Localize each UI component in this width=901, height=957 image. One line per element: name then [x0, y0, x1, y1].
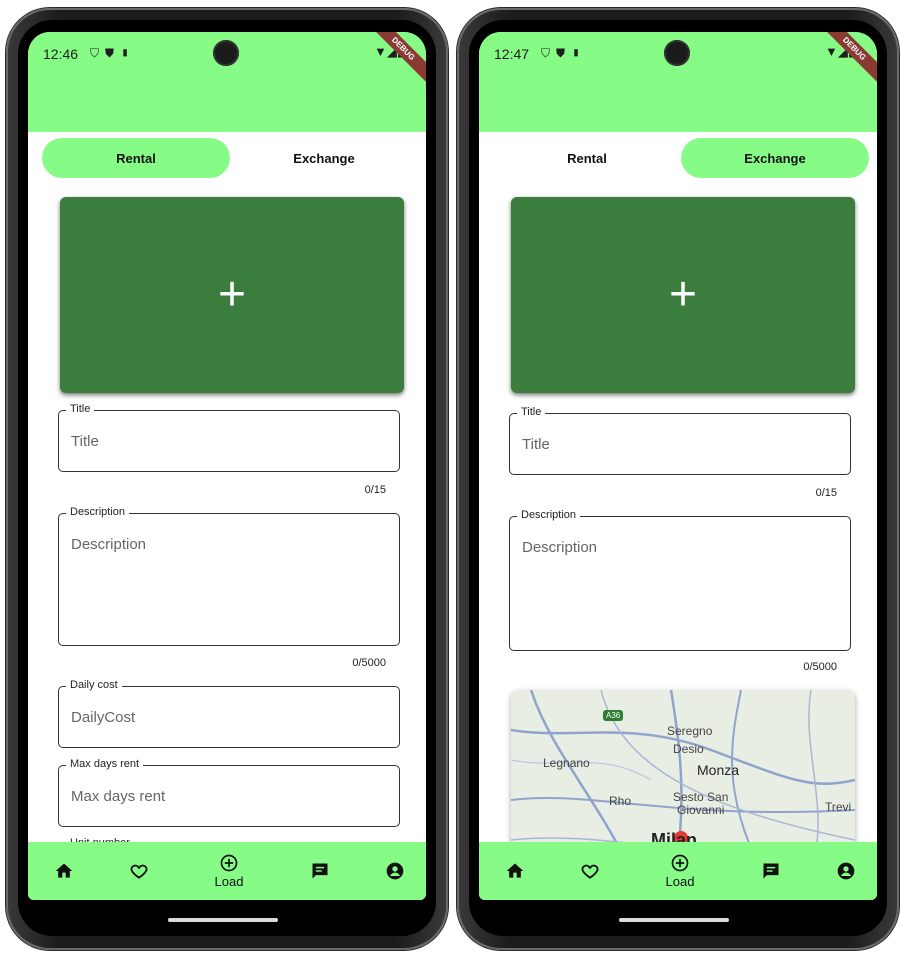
map-label-legnano: Legnano: [543, 756, 590, 770]
max-days-label: Max days rent: [66, 758, 144, 770]
title-counter: 0/15: [364, 484, 386, 496]
status-bar: 12:46 ⛉⛊▮ ▼◢▮ DEBUG: [28, 32, 426, 132]
nav-home[interactable]: [46, 842, 82, 900]
map-label-rho: Rho: [609, 794, 632, 808]
description-placeholder: Description: [522, 539, 598, 556]
mode-tabs: Rental Exchange: [479, 136, 877, 180]
home-icon: [506, 863, 524, 878]
heart-icon: [130, 864, 148, 879]
max-days-field[interactable]: Max days rent Max days rent: [58, 758, 400, 827]
app-screen: 12:46 ⛉⛊▮ ▼◢▮ DEBUG Rental Exchange + Ti…: [28, 32, 426, 900]
chat-icon: [312, 863, 328, 879]
account-icon: [837, 862, 855, 880]
map-label-desio: Desio: [673, 742, 704, 756]
phone-bezel: 12:46 ⛉⛊▮ ▼◢▮ DEBUG Rental Exchange + Ti…: [18, 20, 436, 936]
status-time: 12:46: [43, 46, 79, 62]
status-bar: 12:47 ⛉⛊▮ ▼◢▮ DEBUG: [479, 32, 877, 132]
add-circle-icon: [220, 854, 238, 872]
nav-load-label: Load: [214, 874, 244, 889]
tab-exchange[interactable]: Exchange: [681, 138, 869, 178]
bottom-navigation: Load: [28, 842, 426, 900]
daily-cost-placeholder: DailyCost: [71, 709, 136, 726]
nav-messages[interactable]: [302, 842, 338, 900]
title-field[interactable]: Title Title: [58, 403, 400, 472]
plus-icon: +: [217, 268, 247, 321]
map-label-sesto: Sesto San: [673, 790, 729, 804]
tab-rental[interactable]: Rental: [42, 138, 230, 178]
gesture-bar[interactable]: [619, 918, 729, 922]
title-field-label: Title: [517, 406, 546, 418]
description-counter: 0/5000: [352, 657, 386, 669]
phone-frame-rental: 12:46 ⛉⛊▮ ▼◢▮ DEBUG Rental Exchange + Ti…: [6, 8, 448, 950]
title-field[interactable]: Title Title: [509, 406, 851, 475]
description-field-label: Description: [517, 509, 581, 521]
heart-icon: [581, 864, 599, 879]
map-label-seregno: Seregno: [667, 724, 713, 738]
front-camera: [664, 40, 690, 66]
description-placeholder: Description: [71, 536, 147, 553]
notification-icons: ⛉⛊▮: [541, 46, 587, 60]
tab-rental[interactable]: Rental: [493, 138, 681, 178]
notification-icons: ⛉⛊▮: [90, 46, 136, 60]
gesture-bar[interactable]: [168, 918, 278, 922]
title-field-label: Title: [66, 403, 95, 415]
map-label-monza: Monza: [697, 762, 740, 778]
add-circle-icon: [671, 854, 689, 872]
title-placeholder: Title: [71, 433, 99, 450]
road-badge: A36: [603, 710, 624, 721]
daily-cost-label: Daily cost: [66, 679, 122, 691]
nav-favorites[interactable]: [572, 842, 608, 900]
plus-icon: +: [668, 268, 698, 321]
nav-load[interactable]: Load: [655, 842, 705, 900]
account-icon: [386, 862, 404, 880]
bottom-navigation: Load: [479, 842, 877, 900]
description-field[interactable]: Description Description: [58, 506, 400, 646]
phone-frame-exchange: 12:47 ⛉⛊▮ ▼◢▮ DEBUG Rental Exchange + Ti…: [457, 8, 899, 950]
front-camera: [213, 40, 239, 66]
nav-load[interactable]: Load: [204, 842, 254, 900]
max-days-placeholder: Max days rent: [71, 788, 166, 805]
add-image-button[interactable]: +: [60, 197, 404, 393]
map-label-giovanni: Giovanni: [677, 803, 725, 817]
map-label-trevi: Trevi: [825, 800, 852, 814]
add-image-button[interactable]: +: [511, 197, 855, 393]
title-placeholder: Title: [522, 436, 550, 453]
home-icon: [55, 863, 73, 878]
nav-load-label: Load: [665, 874, 695, 889]
nav-home[interactable]: [497, 842, 533, 900]
nav-profile[interactable]: [377, 842, 413, 900]
status-time: 12:47: [494, 46, 530, 62]
phone-bezel: 12:47 ⛉⛊▮ ▼◢▮ DEBUG Rental Exchange + Ti…: [469, 20, 887, 936]
title-counter: 0/15: [815, 487, 837, 499]
app-screen: 12:47 ⛉⛊▮ ▼◢▮ DEBUG Rental Exchange + Ti…: [479, 32, 877, 900]
description-field[interactable]: Description Description: [509, 509, 851, 651]
nav-profile[interactable]: [828, 842, 864, 900]
chat-icon: [763, 863, 779, 879]
nav-favorites[interactable]: [121, 842, 157, 900]
tab-exchange[interactable]: Exchange: [230, 138, 418, 178]
description-counter: 0/5000: [803, 661, 837, 673]
nav-messages[interactable]: [753, 842, 789, 900]
daily-cost-field[interactable]: Daily cost DailyCost: [58, 679, 400, 748]
description-field-label: Description: [66, 506, 130, 518]
mode-tabs: Rental Exchange: [28, 136, 426, 180]
